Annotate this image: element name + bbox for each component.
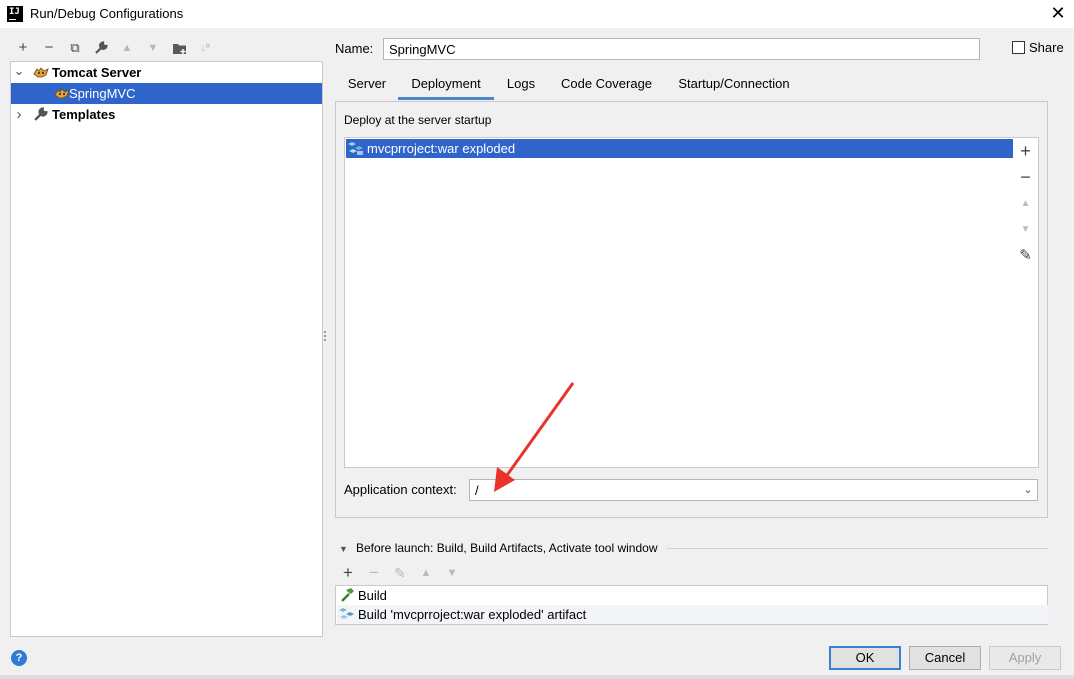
move-down-icon[interactable]: ▼ xyxy=(144,38,162,58)
cancel-button[interactable]: Cancel xyxy=(909,646,981,670)
application-context-input[interactable] xyxy=(469,479,1038,501)
deployment-side-toolbar: + − ▲ ▼ ✎ xyxy=(1013,137,1039,468)
window-title: Run/Debug Configurations xyxy=(30,6,184,21)
taskbar-edge xyxy=(0,675,1074,679)
move-up-icon[interactable]: ▲ xyxy=(118,38,136,58)
collapse-arrow-icon[interactable]: › xyxy=(13,104,25,125)
tomcat-icon xyxy=(54,86,70,101)
copy-icon[interactable]: ⧉ xyxy=(66,38,84,58)
tree-item-tomcat-server[interactable]: ⌄ Tomcat Server xyxy=(11,62,322,83)
tab-server[interactable]: Server xyxy=(340,69,394,100)
ok-button[interactable]: OK xyxy=(829,646,901,670)
apply-button[interactable]: Apply xyxy=(989,646,1061,670)
add-icon[interactable]: + xyxy=(1013,141,1038,162)
close-window-button[interactable]: ✕ xyxy=(1046,2,1070,26)
list-item-label: Build 'mvcprroject:war exploded' artifac… xyxy=(358,607,587,622)
wrench-icon xyxy=(33,107,49,122)
before-launch-list[interactable]: Build Build 'mvcprroject:war exploded' a… xyxy=(335,585,1048,625)
expand-arrow-icon[interactable]: ⌄ xyxy=(13,62,25,79)
list-item-label: mvcprroject:war exploded xyxy=(367,141,516,156)
list-item[interactable]: mvcprroject:war exploded xyxy=(346,139,1013,158)
help-icon[interactable]: ? xyxy=(11,650,27,666)
tab-code-coverage[interactable]: Code Coverage xyxy=(550,69,663,100)
share-label: Share xyxy=(1029,40,1064,55)
move-up-icon[interactable]: ▲ xyxy=(417,563,435,583)
tab-deployment[interactable]: Deployment xyxy=(398,69,494,100)
chevron-down-icon[interactable]: ⌄ xyxy=(1020,481,1036,499)
wrench-icon[interactable] xyxy=(92,38,110,58)
separator xyxy=(667,548,1048,549)
move-up-icon[interactable]: ▲ xyxy=(1013,198,1038,209)
move-down-icon[interactable]: ▼ xyxy=(443,563,461,583)
tab-logs[interactable]: Logs xyxy=(498,69,544,100)
tree-item-label: SpringMVC xyxy=(69,86,136,101)
tomcat-icon xyxy=(33,65,49,80)
tab-startup-connection[interactable]: Startup/Connection xyxy=(668,69,800,100)
deployment-list[interactable]: mvcprroject:war exploded xyxy=(344,137,1014,468)
move-down-icon[interactable]: ▼ xyxy=(1013,224,1038,235)
list-item[interactable]: Build 'mvcprroject:war exploded' artifac… xyxy=(337,605,1048,624)
edit-icon[interactable]: ✎ xyxy=(1013,246,1038,264)
configurations-tree: ⌄ Tomcat Server SpringMVC › Templates xyxy=(10,61,323,637)
share-checkbox[interactable] xyxy=(1012,41,1025,54)
splitter-handle[interactable] xyxy=(322,330,328,344)
deploy-caption: Deploy at the server startup xyxy=(344,113,492,127)
tree-item-templates[interactable]: › Templates xyxy=(11,104,322,125)
sort-icon[interactable]: ↓ª xyxy=(196,38,214,58)
new-folder-icon[interactable] xyxy=(170,38,188,58)
title-bar: IJ Run/Debug Configurations ✕ xyxy=(0,0,1074,28)
tree-item-label: Templates xyxy=(52,107,116,122)
add-icon[interactable]: + xyxy=(14,38,32,58)
tree-item-springmvc[interactable]: SpringMVC xyxy=(11,83,322,104)
remove-icon[interactable]: − xyxy=(40,38,58,58)
collapse-toggle-icon[interactable]: ▼ xyxy=(339,544,348,554)
intellij-app-icon: IJ xyxy=(7,6,23,22)
artifact-icon xyxy=(339,607,355,627)
artifact-icon xyxy=(348,141,364,161)
list-item[interactable]: Build xyxy=(337,586,1048,605)
before-launch-title: Before launch: Build, Build Artifacts, A… xyxy=(356,541,658,555)
tree-item-label: Tomcat Server xyxy=(52,65,142,80)
name-label: Name: xyxy=(335,41,374,56)
before-launch-toolbar: + − ✎ ▲ ▼ xyxy=(337,563,477,583)
edit-icon[interactable]: ✎ xyxy=(391,563,409,583)
add-icon[interactable]: + xyxy=(339,563,357,583)
name-input[interactable] xyxy=(383,38,980,60)
application-context-label: Application context: xyxy=(344,482,457,497)
list-item-label: Build xyxy=(358,588,387,603)
remove-icon[interactable]: − xyxy=(1013,167,1038,188)
remove-icon[interactable]: − xyxy=(365,563,383,583)
configurations-toolbar: + − ⧉ ▲ ▼ ↓ª xyxy=(10,38,220,58)
